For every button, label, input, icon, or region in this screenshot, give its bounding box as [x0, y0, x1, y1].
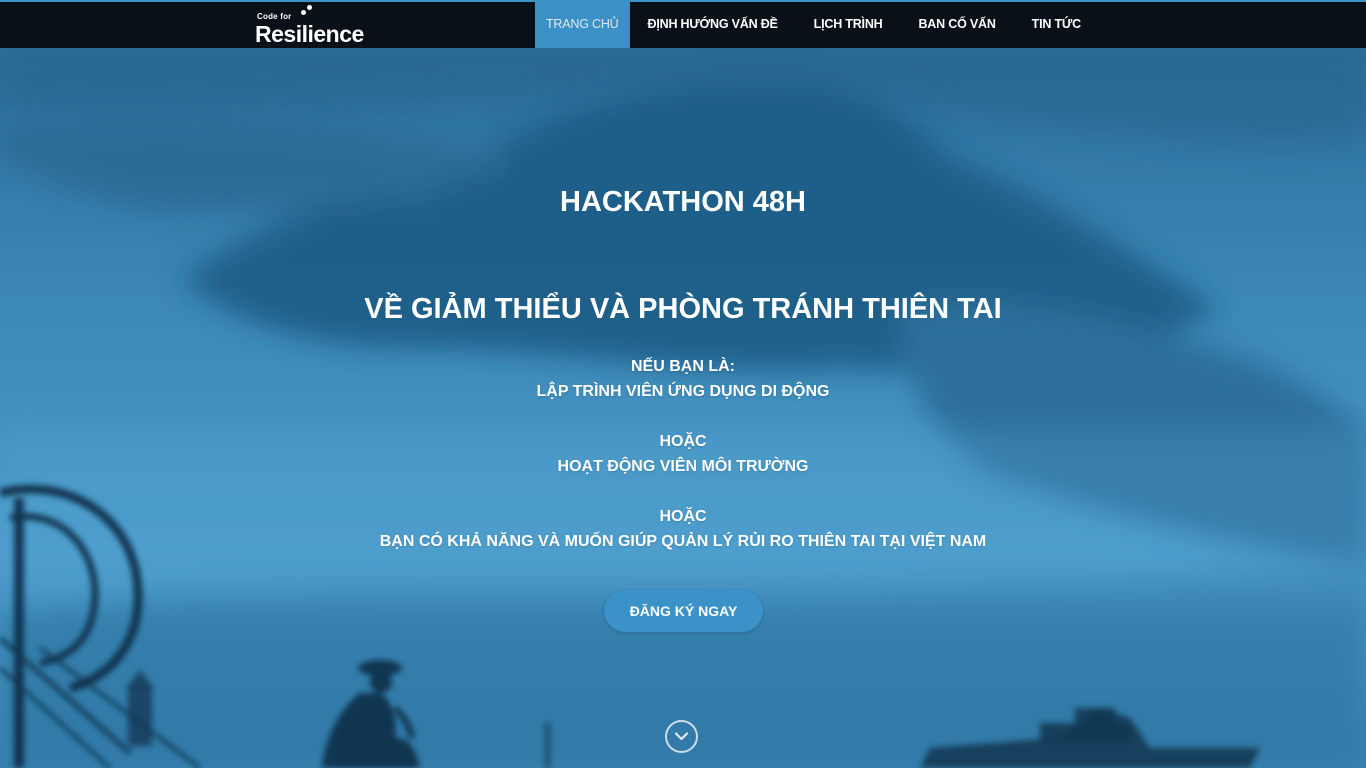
main-nav: TRANG CHỦ ĐỊNH HƯỚNG VẤN ĐỀ LỊCH TRÌNH B…	[535, 2, 1099, 48]
scroll-down-button[interactable]	[665, 720, 698, 753]
nav-item-tin-tuc[interactable]: TIN TỨC	[1014, 2, 1099, 48]
nav-item-trang-chu[interactable]: TRANG CHỦ	[535, 2, 630, 48]
logo-big-text: Resilience	[255, 21, 364, 47]
logo-dot	[301, 10, 306, 15]
nav-item-ban-co-van[interactable]: BAN CỐ VẤN	[900, 2, 1013, 48]
nav-item-lich-trinh[interactable]: LỊCH TRÌNH	[796, 2, 901, 48]
hero-line-or: HOẶC	[659, 508, 707, 525]
hero-title: HACKATHON 48H	[560, 186, 806, 218]
hero-line-mobile-developer: LẬP TRÌNH VIÊN ỨNG DỤNG DI ĐỘNG	[536, 383, 830, 400]
hero-content: HACKATHON 48H VỀ GIẢM THIỂU VÀ PHÒNG TRÁ…	[0, 48, 1366, 768]
hero-section: HACKATHON 48H VỀ GIẢM THIỂU VÀ PHÒNG TRÁ…	[0, 48, 1366, 768]
chevron-down-icon	[675, 732, 688, 741]
logo-dot	[307, 5, 312, 10]
hero-line-or: HOẶC	[659, 433, 707, 450]
code-for-resilience-logo[interactable]: Code for Resilience	[255, 5, 365, 47]
nav-item-dinh-huong-van-de[interactable]: ĐỊNH HƯỚNG VẤN ĐỀ	[630, 2, 796, 48]
register-now-button[interactable]: ĐĂNG KÝ NGAY	[604, 590, 763, 632]
hero-line-risk-management: BẠN CÓ KHẢ NĂNG VÀ MUỐN GIÚP QUẢN LÝ RỦI…	[379, 533, 987, 550]
top-accent-line	[0, 0, 1366, 2]
hero-line-if-you-are: NẾU BẠN LÀ:	[631, 358, 735, 375]
top-navbar: Code for Resilience TRANG CHỦ ĐỊNH HƯỚNG…	[0, 2, 1366, 48]
logo-small-text: Code for	[257, 12, 292, 21]
hero-line-environmental-activist: HOẠT ĐỘNG VIÊN MÔI TRƯỜNG	[557, 458, 809, 475]
hero-subtitle: VỀ GIẢM THIỂU VÀ PHÒNG TRÁNH THIÊN TAI	[364, 293, 1002, 325]
